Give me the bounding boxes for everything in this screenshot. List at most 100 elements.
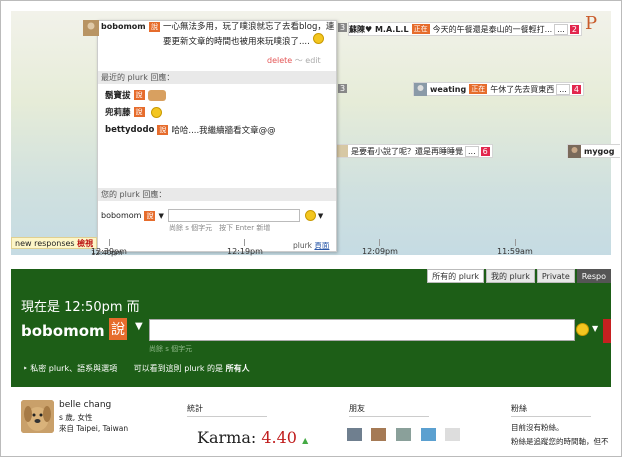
tab-my-plurks[interactable]: 我的 plurk [486, 269, 535, 283]
timeline-count[interactable]: 3 [338, 23, 348, 32]
reply-input[interactable] [167, 209, 300, 222]
time-tick: 12:19pm [227, 247, 263, 256]
plurk-post-form: 所有的 plurk 我的 plurk Private Respo 現在是 12:… [11, 269, 611, 387]
avatar-icon[interactable] [83, 20, 99, 36]
popup-qualifier: 說 [149, 22, 160, 32]
response-text: 哈哈....我繼續牆看文章@@ [171, 126, 276, 136]
tab-responses[interactable]: Respo [576, 269, 611, 283]
plurk-page-link[interactable]: 頁面 [314, 241, 329, 250]
emoticon-icon [147, 89, 166, 101]
avatar-icon[interactable] [568, 144, 581, 158]
emoticon-caret-icon[interactable]: ▼ [592, 324, 598, 333]
delete-link[interactable]: delete [267, 56, 292, 65]
response-item: bettydodo 說 哈哈....我繼續牆看文章@@ [105, 124, 276, 136]
timeline-plurk[interactable]: mygog [567, 144, 620, 158]
timeline-filter-tabs: 所有的 plurk 我的 plurk Private Respo [425, 269, 611, 283]
response-nick[interactable]: bettydodo [105, 125, 154, 135]
timeline-time-bar [11, 255, 611, 269]
response-item: 鬍寶拔 說 [105, 89, 166, 101]
response-count-badge[interactable]: 2 [569, 24, 579, 34]
tab-private[interactable]: Private [536, 269, 575, 283]
plurk-logo: P [585, 13, 598, 34]
plurk-qualifier: 正在 [469, 84, 488, 94]
char-count-hint: 尚餘 s 個字元 [149, 345, 193, 353]
response-count-badge[interactable]: 4 [571, 84, 581, 94]
edit-link[interactable]: edit [305, 56, 320, 65]
poster-nick: bobomom [21, 322, 105, 340]
reply-row: bobomom 說 ▼ ▼ [101, 209, 323, 222]
fans-text: 目前沒有粉絲。 [511, 423, 564, 432]
your-response-header: 您的 plurk 回應： [98, 188, 336, 201]
reply-qualifier[interactable]: 說 [144, 210, 156, 221]
form-options: ‣ 私密 plurk、語系與選項 可以看到這則 plurk 的是 所有人 [23, 363, 250, 374]
emoticon-picker-icon[interactable] [576, 323, 589, 336]
visibility-value[interactable]: 所有人 [226, 364, 250, 373]
options-link[interactable]: ‣ 私密 plurk、語系與選項 [23, 364, 117, 373]
tick-mark [109, 239, 110, 246]
new-responses-text: new responses [15, 239, 75, 248]
qualifier-select[interactable]: 說 [109, 318, 127, 340]
friend-avatar[interactable] [421, 428, 436, 441]
popup-text: 一心無法多用，玩了噗浪就忘了去看blog，連要更新文章的時間也被用來玩噗浪了..… [163, 22, 335, 48]
more-button[interactable]: ... [465, 145, 479, 157]
tick-mark [244, 239, 245, 246]
friend-avatar[interactable] [445, 428, 460, 441]
avatar-icon[interactable] [414, 82, 427, 96]
timeline-plurk[interactable]: 蘇陳♥ M.A.L.L 正在 今天的午餐還是泰山的一餐輕打... ... 2 [348, 22, 582, 36]
timeline-plurk[interactable]: weating 正在 午休了先去買東西 ... 4 [413, 82, 584, 96]
more-button[interactable]: ... [554, 23, 568, 35]
friend-avatar[interactable] [396, 428, 411, 441]
fans-info: 目前沒有粉絲。 粉絲是追蹤您的時間軸，但不 [511, 421, 609, 449]
popup-text-content: 一心無法多用，玩了噗浪就忘了去看blog，連要更新文章的時間也被用來玩噗浪了..… [163, 22, 335, 47]
response-nick[interactable]: 兜莉藤 [105, 106, 131, 118]
new-responses-notice[interactable]: new responses 檢視 [11, 237, 98, 249]
plurk-qualifier: 正在 [411, 24, 430, 34]
friends-title: 朋友 [349, 403, 429, 417]
current-time-text: 現在是 12:50pm 而 [21, 300, 140, 315]
timeline-count[interactable]: 3 [338, 84, 348, 93]
karma-trend-icon: ▲ [302, 436, 309, 445]
more-button[interactable]: ... [556, 83, 570, 95]
reply-nick: bobomom [101, 211, 142, 220]
plurk-nick[interactable]: weating [430, 85, 466, 94]
response-count-badge[interactable]: 6 [480, 146, 490, 156]
tick-mark [379, 239, 380, 246]
profile-meta: s 歲, 女性 來自 Taipei, Taiwan [59, 412, 128, 434]
response-qualifier: 說 [133, 107, 145, 117]
reply-hint: 尚餘 s 個字元 按下 Enter 新增 [169, 224, 271, 232]
dog-avatar-icon [21, 400, 54, 433]
popup-nick[interactable]: bobomom [101, 22, 146, 31]
profile-section: belle chang s 歲, 女性 來自 Taipei, Taiwan 統計… [11, 391, 611, 456]
stats-title: 統計 [187, 403, 267, 417]
popup-actions: delete ～ edit [267, 55, 321, 66]
plurk-thumbnail [336, 145, 348, 157]
tab-all-plurks[interactable]: 所有的 plurk [427, 269, 484, 283]
plurk-nick[interactable]: mygog [584, 147, 615, 156]
emoticon-caret-icon[interactable]: ▼ [318, 212, 323, 220]
profile-location: 來自 Taipei, Taiwan [59, 424, 129, 433]
submit-button[interactable] [603, 319, 611, 343]
recent-responses-header: 最近的 plurk 回應： [98, 71, 336, 84]
profile-age-gender: s 歲, 女性 [59, 413, 93, 422]
friend-avatar[interactable] [347, 428, 362, 441]
separator-icon: ～ [294, 56, 306, 65]
emoticon-picker-icon[interactable] [304, 210, 316, 221]
time-tick: 12:09pm [362, 247, 398, 256]
response-nick[interactable]: 鬍寶拔 [105, 89, 131, 101]
popup-footer: plurk 頁面 [293, 240, 329, 251]
plurk-input[interactable] [149, 319, 575, 341]
smile-emoticon-icon [150, 106, 162, 118]
timeline-plurk[interactable]: 是要看小說了呢？還是再睡睡覺 ... 6 [335, 144, 493, 158]
response-qualifier: 說 [157, 125, 169, 135]
plurk-nick[interactable]: 蘇陳♥ M.A.L.L [349, 24, 409, 35]
time-tick: 12:39pm [91, 247, 127, 256]
friend-avatar[interactable] [371, 428, 386, 441]
response-qualifier: 說 [133, 90, 145, 100]
close-icon[interactable]: × [325, 22, 332, 31]
karma-value: 4.40 [261, 428, 297, 447]
profile-avatar[interactable] [21, 400, 54, 433]
smile-emoticon-icon [312, 33, 324, 44]
qualifier-caret-icon[interactable]: ▼ [135, 321, 143, 332]
response-item: 兜莉藤 說 [105, 106, 162, 118]
qualifier-caret-icon[interactable]: ▼ [158, 212, 163, 220]
